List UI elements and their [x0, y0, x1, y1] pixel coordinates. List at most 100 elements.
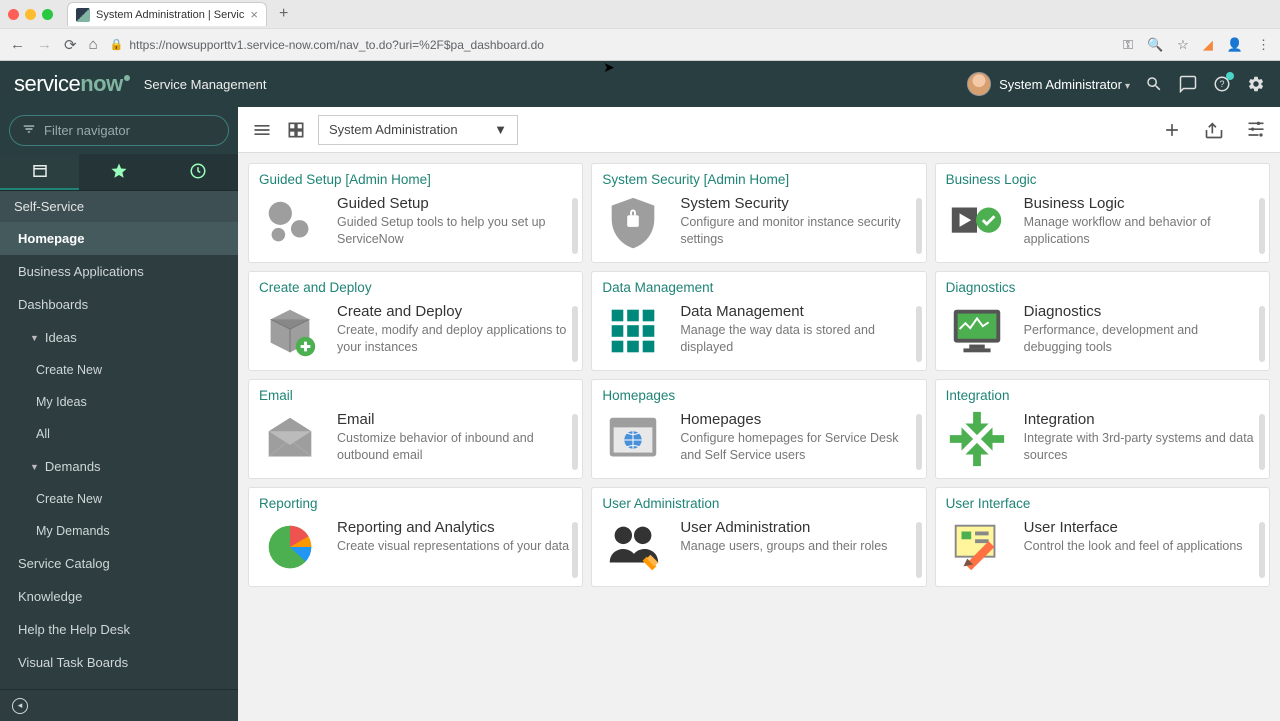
- dashboard-card[interactable]: User Administration User Administration Ma…: [591, 487, 926, 587]
- card-header[interactable]: Email: [259, 388, 572, 403]
- address-bar[interactable]: 🔒 https://nowsupporttv1.service-now.com/…: [110, 38, 1111, 52]
- close-tab-icon[interactable]: ×: [250, 7, 258, 22]
- filter-navigator[interactable]: [9, 115, 229, 146]
- card-scrollbar[interactable]: [1259, 306, 1265, 362]
- nav-disclosure[interactable]: ▼ Ideas: [0, 321, 238, 354]
- dashboard-card[interactable]: User InterfaceUser InterfaceControl the …: [935, 487, 1270, 587]
- user-menu[interactable]: System Administrator: [967, 72, 1130, 96]
- app-subtitle: Service Management: [144, 77, 267, 92]
- dashboard-card[interactable]: DiagnosticsDiagnosticsPerformance, devel…: [935, 271, 1270, 371]
- menu-icon[interactable]: ⋮: [1257, 37, 1270, 53]
- nav-subitem[interactable]: Create New: [0, 483, 238, 515]
- list-view-icon[interactable]: [250, 118, 274, 142]
- nav-tab-favorites[interactable]: [79, 154, 158, 190]
- dashboard-card[interactable]: EmailEmailCustomize behavior of inbound …: [248, 379, 583, 479]
- grid-view-icon[interactable]: [284, 118, 308, 142]
- dashboard-select[interactable]: System Administration ▼: [318, 115, 518, 145]
- tab-title: System Administration | Servic: [96, 9, 244, 21]
- nav-subitem[interactable]: Create New: [0, 354, 238, 386]
- bookmark-icon[interactable]: ☆: [1177, 37, 1189, 53]
- card-header[interactable]: Homepages: [602, 388, 915, 403]
- share-button[interactable]: [1202, 118, 1226, 142]
- card-header[interactable]: Guided Setup [Admin Home]: [259, 172, 572, 187]
- help-icon[interactable]: ?: [1212, 74, 1232, 94]
- card-scrollbar[interactable]: [572, 414, 578, 470]
- home-button[interactable]: ⌂: [89, 36, 98, 53]
- back-button[interactable]: ←: [10, 36, 25, 53]
- dashboard-card[interactable]: IntegrationIntegrationIntegrate with 3rd…: [935, 379, 1270, 479]
- card-scrollbar[interactable]: [572, 198, 578, 254]
- window-controls[interactable]: [8, 9, 53, 20]
- dashboard-card[interactable]: Data ManagementData ManagementManage the…: [591, 271, 926, 371]
- browser-tab[interactable]: System Administration | Servic ×: [67, 2, 267, 26]
- settings-button[interactable]: [1244, 118, 1268, 142]
- card-title: Create and Deploy: [337, 303, 572, 320]
- card-desc: Manage users, groups and their roles: [680, 538, 887, 555]
- chat-icon[interactable]: [1178, 74, 1198, 94]
- funnel-icon: [22, 122, 36, 139]
- profile-icon[interactable]: 👤: [1227, 37, 1243, 53]
- card-scrollbar[interactable]: [916, 306, 922, 362]
- new-tab-button[interactable]: +: [271, 5, 296, 23]
- dashboard-card[interactable]: Create and DeployCreate and DeployCreate…: [248, 271, 583, 371]
- collapse-icon[interactable]: ◂: [12, 698, 28, 714]
- dashboard-card[interactable]: HomepagesHomepagesConfigure homepages fo…: [591, 379, 926, 479]
- nav-item[interactable]: Visual Task Boards: [0, 646, 238, 679]
- card-header[interactable]: System Security [Admin Home]: [602, 172, 915, 187]
- card-desc: Guided Setup tools to help you set up Se…: [337, 214, 572, 248]
- nav-tab-all[interactable]: [0, 154, 79, 190]
- card-title: User Administration: [680, 519, 887, 536]
- card-header[interactable]: Reporting: [259, 496, 572, 511]
- nav-item[interactable]: Help the Help Desk: [0, 613, 238, 646]
- nav-subitem[interactable]: My Demands: [0, 515, 238, 547]
- logo[interactable]: servicenow: [14, 71, 130, 97]
- card-scrollbar[interactable]: [1259, 198, 1265, 254]
- card-scrollbar[interactable]: [572, 306, 578, 362]
- zoom-icon[interactable]: 🔍: [1147, 37, 1163, 53]
- card-desc: Create visual representations of your da…: [337, 538, 569, 555]
- dashboard-card[interactable]: System Security [Admin Home] System Secur…: [591, 163, 926, 263]
- card-scrollbar[interactable]: [1259, 522, 1265, 578]
- card-scrollbar[interactable]: [572, 522, 578, 578]
- card-header[interactable]: Business Logic: [946, 172, 1259, 187]
- nav-item[interactable]: Dashboards: [0, 288, 238, 321]
- key-icon[interactable]: ⚿: [1123, 37, 1133, 53]
- card-scrollbar[interactable]: [916, 198, 922, 254]
- card-header[interactable]: User Administration: [602, 496, 915, 511]
- add-button[interactable]: [1160, 118, 1184, 142]
- favicon-icon: [76, 8, 90, 22]
- card-scrollbar[interactable]: [916, 522, 922, 578]
- card-header[interactable]: Integration: [946, 388, 1259, 403]
- toolbar: System Administration ▼ ➤: [238, 107, 1280, 153]
- card-desc: Performance, development and debugging t…: [1024, 322, 1259, 356]
- forward-button[interactable]: →: [37, 36, 52, 53]
- nav-subitem[interactable]: My Ideas: [0, 386, 238, 418]
- reload-button[interactable]: ⟳: [64, 36, 77, 54]
- nav-item[interactable]: Business Applications: [0, 255, 238, 288]
- nav-disclosure[interactable]: ▼ Demands: [0, 450, 238, 483]
- card-title: System Security: [680, 195, 915, 212]
- search-icon[interactable]: [1144, 74, 1164, 94]
- card-scrollbar[interactable]: [916, 414, 922, 470]
- gear-icon[interactable]: [1246, 74, 1266, 94]
- nav-list[interactable]: Self-ServiceHomepageBusiness Application…: [0, 191, 238, 689]
- card-header[interactable]: Data Management: [602, 280, 915, 295]
- extension-icon[interactable]: ◢: [1203, 37, 1213, 53]
- dashboard-card[interactable]: Business LogicBusiness LogicManage workf…: [935, 163, 1270, 263]
- card-header[interactable]: User Interface: [946, 496, 1259, 511]
- nav-group[interactable]: Self-Service: [0, 191, 238, 222]
- nav-item[interactable]: Knowledge: [0, 580, 238, 613]
- nav-item[interactable]: Homepage: [0, 222, 238, 255]
- card-desc: Manage the way data is stored and displa…: [680, 322, 915, 356]
- dashboard-card[interactable]: Reporting Reporting and Analytics Create v…: [248, 487, 583, 587]
- card-header[interactable]: Create and Deploy: [259, 280, 572, 295]
- nav-item[interactable]: Service Catalog: [0, 547, 238, 580]
- dashboard-card[interactable]: Guided Setup [Admin Home]Guided SetupGui…: [248, 163, 583, 263]
- card-scrollbar[interactable]: [1259, 414, 1265, 470]
- filter-input[interactable]: [44, 123, 220, 138]
- nav-subitem[interactable]: All: [0, 418, 238, 450]
- card-title: Reporting and Analytics: [337, 519, 569, 536]
- card-header[interactable]: Diagnostics: [946, 280, 1259, 295]
- nav-tab-history[interactable]: [159, 154, 238, 190]
- card-title: Email: [337, 411, 572, 428]
